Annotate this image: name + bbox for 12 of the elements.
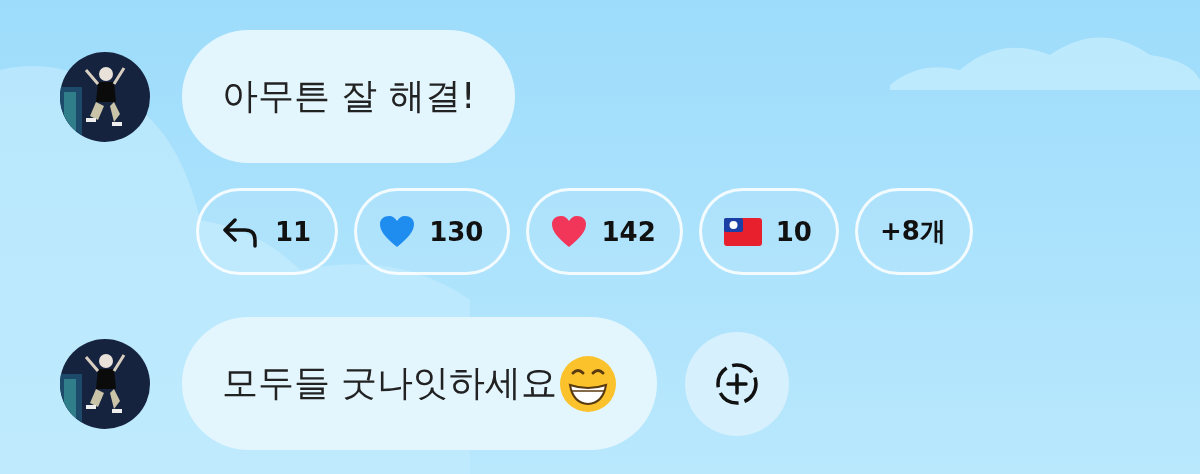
reaction-button[interactable]: 10 <box>698 188 839 275</box>
grinning-face-icon <box>559 354 618 413</box>
flag-icon <box>723 217 762 246</box>
reply-button[interactable]: 11 <box>196 188 339 275</box>
message-text: 아무튼 잘 해결! <box>222 74 476 118</box>
heart-icon <box>551 214 588 249</box>
more-reactions-button[interactable]: +8개 <box>854 188 973 275</box>
heart-icon <box>379 214 416 249</box>
add-reaction-icon <box>715 361 760 406</box>
reaction-button[interactable]: 142 <box>526 188 683 275</box>
reaction-button[interactable]: 130 <box>354 188 511 275</box>
message-text: 모두들 굿나잇하세요 <box>222 361 558 405</box>
